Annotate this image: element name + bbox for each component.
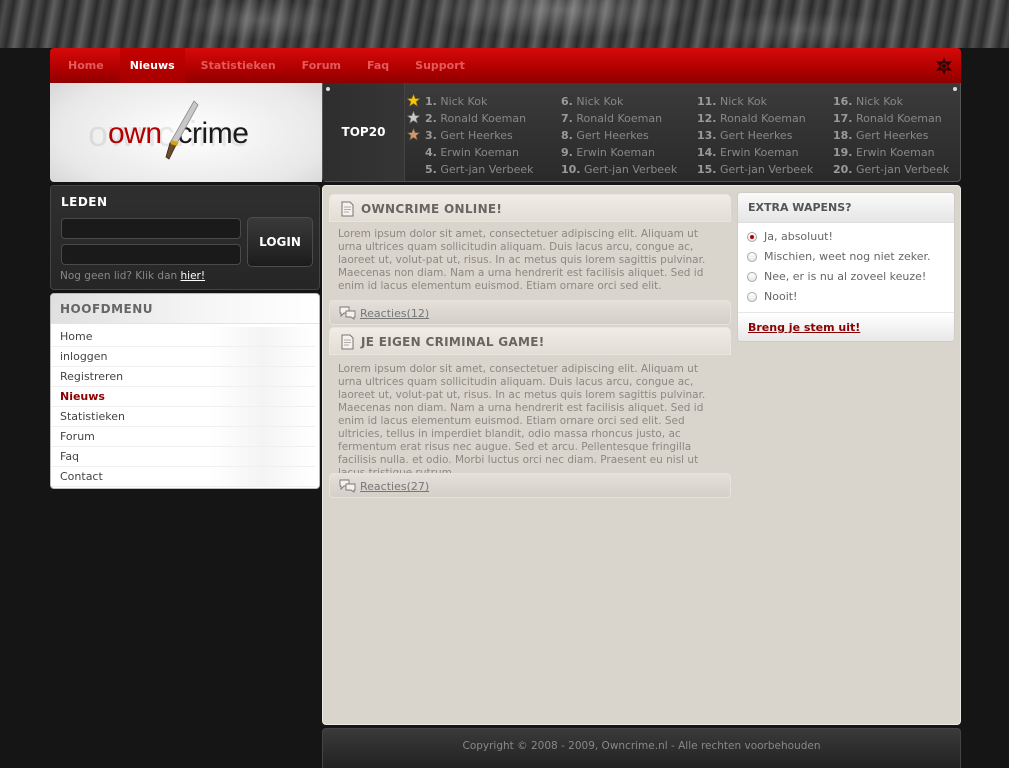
radio[interactable]	[747, 252, 757, 262]
top20-label: TOP20	[323, 83, 405, 181]
nav-item-statistieken[interactable]: Statistieken	[191, 48, 286, 83]
document-icon	[341, 334, 354, 350]
menu-item-faq[interactable]: Faq	[51, 447, 315, 467]
nav-item-forum[interactable]: Forum	[292, 48, 351, 83]
top20-entry[interactable]: 6. Nick Kok	[561, 93, 677, 110]
corner-dot	[953, 87, 957, 91]
top20-panel: TOP20 1. Nick Kok 2. Ronald Koeman 3. Ge…	[322, 83, 961, 182]
gold-star-icon	[407, 94, 420, 107]
top20-entry[interactable]: 20. Gert-jan Verbeek	[833, 161, 949, 178]
top20-column-2: 6. Nick Kok 7. Ronald Koeman 8. Gert Hee…	[561, 93, 677, 178]
header-background	[0, 0, 1009, 48]
news-body: Lorem ipsum dolor sit amet, consectetuer…	[338, 228, 706, 292]
login-panel-title: LEDEN	[61, 195, 108, 209]
top20-entry[interactable]: 8. Gert Heerkes	[561, 127, 677, 144]
news-footer: Reacties(12)	[329, 300, 731, 325]
copyright-text: Copyright © 2008 - 2009, Owncrime.nl - A…	[462, 740, 821, 752]
silver-star-icon	[407, 111, 420, 124]
top20-entry[interactable]: 3. Gert Heerkes	[407, 127, 534, 144]
news-body: Lorem ipsum dolor sit amet, consectetuer…	[338, 363, 706, 479]
top20-entry[interactable]: 2. Ronald Koeman	[407, 110, 534, 127]
settings-icon[interactable]	[935, 57, 953, 75]
top20-entry[interactable]: 17. Ronald Koeman	[833, 110, 949, 127]
login-panel: LEDEN LOGIN Nog geen lid? Klik dan hier!	[50, 185, 320, 290]
top20-column-1: 1. Nick Kok 2. Ronald Koeman 3. Gert Hee…	[407, 93, 534, 178]
nav-item-support[interactable]: Support	[405, 48, 475, 83]
top20-column-3: 11. Nick Kok 12. Ronald Koeman 13. Gert …	[697, 93, 813, 178]
poll-title: EXTRA WAPENS?	[738, 193, 954, 223]
top20-entry[interactable]: 16. Nick Kok	[833, 93, 949, 110]
register-prompt: Nog geen lid? Klik dan hier!	[60, 270, 206, 282]
top20-entry[interactable]: 11. Nick Kok	[697, 93, 813, 110]
top20-entry[interactable]: 15. Gert-jan Verbeek	[697, 161, 813, 178]
login-button[interactable]: LOGIN	[247, 217, 313, 267]
top-navigation: Home Nieuws Statistieken Forum Faq Suppo…	[50, 48, 961, 83]
document-icon	[341, 201, 354, 217]
site-logo[interactable]: owncrime own crime	[50, 83, 322, 182]
news-title: JE EIGEN CRIMINAL GAME!	[329, 327, 731, 355]
menu-item-nieuws[interactable]: Nieuws	[51, 387, 315, 407]
register-link[interactable]: hier!	[181, 270, 206, 282]
reactions-link[interactable]: Reacties(12)	[360, 307, 429, 320]
menu-item-statistieken[interactable]: Statistieken	[51, 407, 315, 427]
top20-column-4: 16. Nick Kok 17. Ronald Koeman 18. Gert …	[833, 93, 949, 178]
nav-item-nieuws[interactable]: Nieuws	[119, 48, 185, 83]
menu-item-contact[interactable]: Contact	[51, 467, 315, 487]
vote-submit-link[interactable]: Breng je stem uit!	[738, 312, 954, 341]
nav-item-home[interactable]: Home	[58, 48, 114, 83]
main-menu: HOOFDMENU Home inloggen Registreren Nieu…	[50, 293, 320, 489]
poll-option[interactable]: Nooit!	[738, 287, 954, 307]
top20-entry[interactable]: 14. Erwin Koeman	[697, 144, 813, 161]
page-footer: Copyright © 2008 - 2009, Owncrime.nl - A…	[322, 728, 961, 768]
menu-item-home[interactable]: Home	[51, 327, 315, 347]
news-item: JE EIGEN CRIMINAL GAME! Lorem ipsum dolo…	[329, 327, 731, 498]
username-input[interactable]	[61, 218, 241, 239]
top20-entry[interactable]: 18. Gert Heerkes	[833, 127, 949, 144]
menu-item-forum[interactable]: Forum	[51, 427, 315, 447]
poll-panel: EXTRA WAPENS? Ja, absoluut! Mischien, we…	[737, 192, 955, 342]
top20-entry[interactable]: 7. Ronald Koeman	[561, 110, 677, 127]
menu-item-inloggen[interactable]: inloggen	[51, 347, 315, 367]
password-input[interactable]	[61, 244, 241, 265]
main-content: OWNCRIME ONLINE! Lorem ipsum dolor sit a…	[322, 185, 961, 725]
poll-option[interactable]: Mischien, weet nog niet zeker.	[738, 247, 954, 267]
corner-dot	[326, 87, 330, 91]
top20-entry[interactable]: 4. Erwin Koeman	[425, 144, 534, 161]
menu-item-registreren[interactable]: Registreren	[51, 367, 315, 387]
top20-entry[interactable]: 10. Gert-jan Verbeek	[561, 161, 677, 178]
comments-icon	[339, 306, 356, 320]
top20-entry[interactable]: 13. Gert Heerkes	[697, 127, 813, 144]
top20-entry[interactable]: 9. Erwin Koeman	[561, 144, 677, 161]
radio-selected[interactable]	[747, 232, 757, 242]
radio[interactable]	[747, 272, 757, 282]
news-title: OWNCRIME ONLINE!	[329, 194, 731, 222]
top20-entry[interactable]: 12. Ronald Koeman	[697, 110, 813, 127]
bronze-star-icon	[407, 128, 420, 141]
top20-entry[interactable]: 19. Erwin Koeman	[833, 144, 949, 161]
nav-item-faq[interactable]: Faq	[357, 48, 399, 83]
top20-entry[interactable]: 1. Nick Kok	[407, 93, 534, 110]
comments-icon	[339, 479, 356, 493]
knife-icon	[165, 100, 199, 160]
reactions-link[interactable]: Reacties(27)	[360, 480, 429, 493]
top20-entry[interactable]: 5. Gert-jan Verbeek	[425, 161, 534, 178]
poll-option[interactable]: Ja, absoluut!	[738, 227, 954, 247]
poll-option[interactable]: Nee, er is nu al zoveel keuze!	[738, 267, 954, 287]
news-footer: Reacties(27)	[329, 473, 731, 498]
radio[interactable]	[747, 292, 757, 302]
main-menu-title: HOOFDMENU	[51, 294, 319, 324]
news-item: OWNCRIME ONLINE! Lorem ipsum dolor sit a…	[329, 194, 731, 325]
